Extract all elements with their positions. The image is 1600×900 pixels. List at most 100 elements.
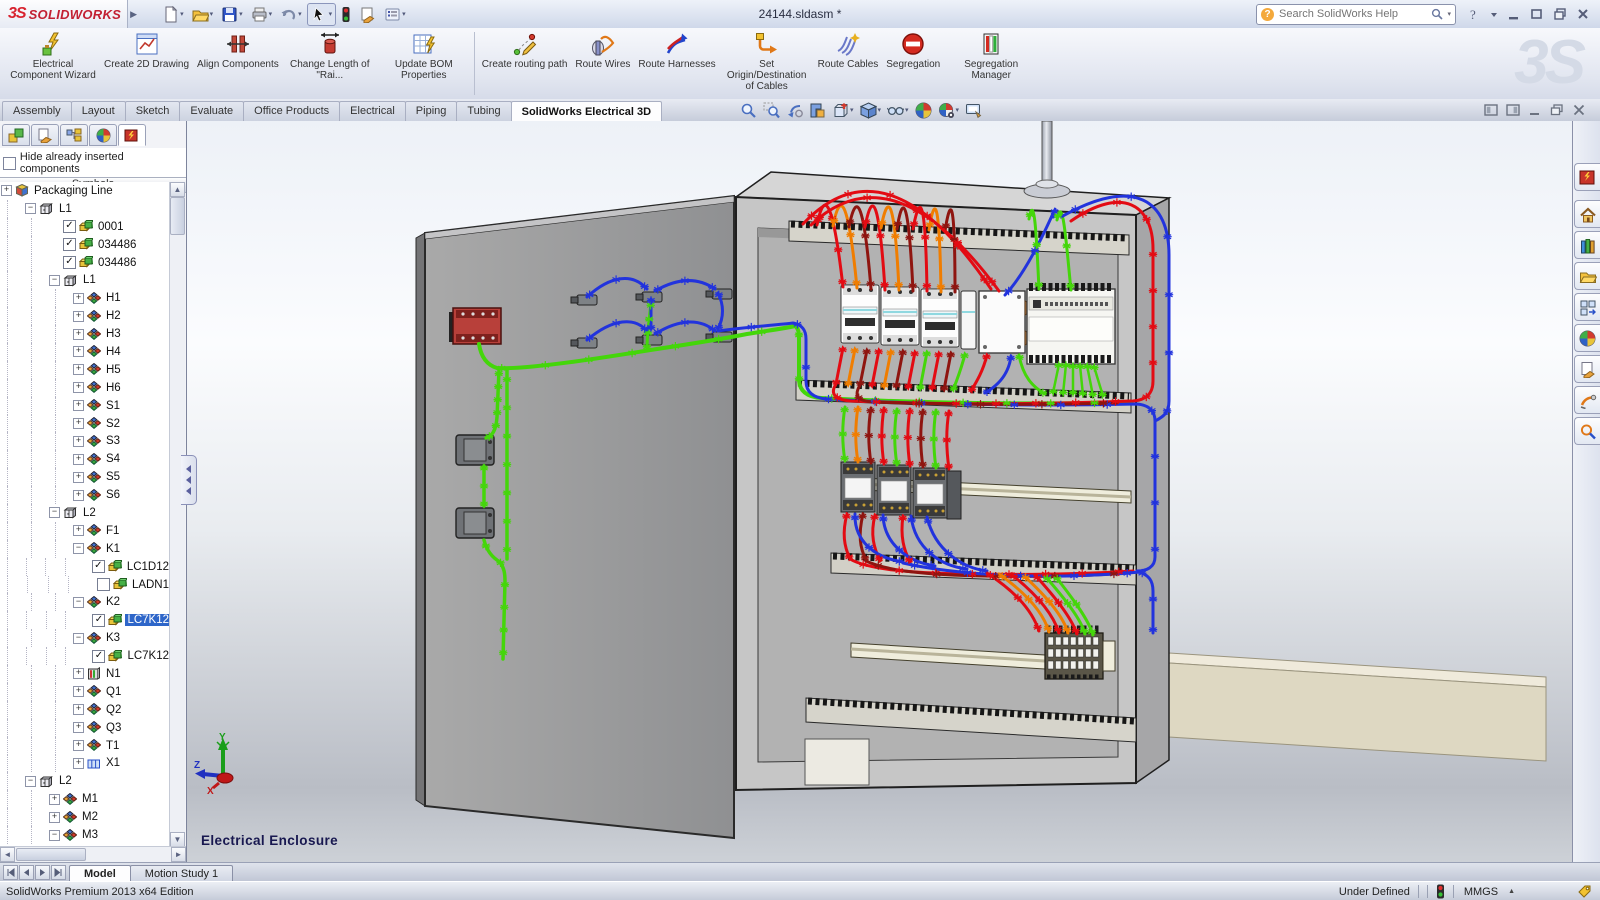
expand-icon[interactable]: + <box>73 490 84 501</box>
electrical-manager-icon[interactable] <box>1574 163 1600 191</box>
scroll-thumb-h[interactable] <box>16 848 86 861</box>
collapse-icon[interactable]: − <box>73 597 84 608</box>
expand-icon[interactable]: + <box>73 758 84 769</box>
tab-piping[interactable]: Piping <box>405 101 458 121</box>
route-cables-button[interactable]: Route Cables <box>814 28 883 99</box>
visibility-checkbox[interactable]: ✓ <box>92 650 105 663</box>
dropdown-arrow-icon[interactable]: ▾ <box>956 106 960 114</box>
visibility-checkbox[interactable]: ✓ <box>92 560 105 573</box>
collapse-icon[interactable]: − <box>49 507 60 518</box>
edit-appearance-icon[interactable] <box>965 102 982 119</box>
visibility-checkbox[interactable]: ✓ <box>92 614 105 627</box>
tab-motion-study-1[interactable]: Motion Study 1 <box>130 865 233 882</box>
tab-model[interactable]: Model <box>69 865 131 882</box>
view-palette-icon[interactable] <box>1574 293 1600 321</box>
dropdown-arrow-icon[interactable]: ▾ <box>269 10 273 18</box>
route-harnesses-button[interactable]: Route Harnesses <box>634 28 719 99</box>
split-left-icon[interactable] <box>1484 104 1498 116</box>
scroll-right-icon[interactable]: ► <box>171 847 186 862</box>
hide-inserted-checkbox[interactable] <box>3 157 16 170</box>
property-manager-tab-icon[interactable] <box>31 124 59 146</box>
tree-item-h6[interactable]: +H6 <box>0 379 171 397</box>
create-2d-drawing-button[interactable]: Create 2D Drawing <box>100 28 193 99</box>
tab-office-products[interactable]: Office Products <box>243 101 340 121</box>
dropdown-arrow-icon[interactable]: ▾ <box>402 10 406 18</box>
design-library-icon[interactable] <box>1574 231 1600 259</box>
view-settings-icon[interactable]: ▾ <box>938 102 960 119</box>
dropdown-arrow-icon[interactable]: ▾ <box>298 10 302 18</box>
collapse-icon[interactable]: − <box>73 633 84 644</box>
new-document-icon[interactable]: ▾ <box>159 4 187 25</box>
tree-item-h3[interactable]: +H3 <box>0 325 171 343</box>
expand-icon[interactable]: + <box>73 418 84 429</box>
previous-view-icon[interactable] <box>786 102 803 119</box>
scroll-left-icon[interactable]: ◄ <box>0 847 15 862</box>
scroll-thumb[interactable] <box>170 197 185 235</box>
dropdown-arrow-icon[interactable]: ▾ <box>878 106 882 114</box>
expand-icon[interactable]: + <box>73 382 84 393</box>
tree-item-h5[interactable]: +H5 <box>0 361 171 379</box>
options-icon[interactable]: ▾ <box>381 4 409 25</box>
graphics-viewport[interactable]: Electrical Enclosure Y Z X <box>187 121 1572 862</box>
search-results-icon[interactable] <box>1574 417 1600 445</box>
scroll-up-icon[interactable]: ▲ <box>170 182 185 197</box>
tree-item-0001[interactable]: ✓0001 <box>0 218 171 236</box>
3d-scene[interactable] <box>187 121 1572 862</box>
tab-layout[interactable]: Layout <box>71 101 126 121</box>
tree-item-lc7k12[interactable]: ✓LC7K12 <box>0 647 171 665</box>
custom-properties-icon[interactable] <box>1574 355 1600 383</box>
expand-icon[interactable]: + <box>73 525 84 536</box>
tree-item-k2[interactable]: −K2 <box>0 593 171 611</box>
tree-item-s6[interactable]: +S6 <box>0 486 171 504</box>
expand-icon[interactable]: + <box>73 454 84 465</box>
help-icon[interactable]: ? <box>1468 7 1481 22</box>
circuit-breakers[interactable] <box>841 285 976 349</box>
tree-item-l2[interactable]: −L2 <box>0 504 171 522</box>
previous-tab-icon[interactable] <box>19 865 34 880</box>
expand-icon[interactable]: + <box>73 329 84 340</box>
section-view-icon[interactable] <box>809 102 826 119</box>
collapse-icon[interactable]: − <box>49 275 60 286</box>
help-search-input[interactable] <box>1277 7 1428 21</box>
tree-item-m3[interactable]: −M3 <box>0 826 171 844</box>
expand-icon[interactable]: + <box>49 794 60 805</box>
tree-item-l2[interactable]: −L2 <box>0 772 171 790</box>
tree-item-034486[interactable]: ✓034486 <box>0 254 171 272</box>
dropdown-arrow-icon[interactable]: ▾ <box>329 10 333 18</box>
set-origin-destination-button[interactable]: Set Origin/Destination of Cables <box>720 28 814 99</box>
tree-item-s5[interactable]: +S5 <box>0 468 171 486</box>
door-red-terminal[interactable] <box>449 308 501 344</box>
tag-icon[interactable] <box>1577 884 1592 899</box>
visibility-checkbox[interactable]: ✓ <box>63 256 76 269</box>
visibility-checkbox[interactable]: ✓ <box>63 238 76 251</box>
dropdown-arrow-icon[interactable]: ▾ <box>239 10 243 18</box>
tree-item-t1[interactable]: +T1 <box>0 737 171 755</box>
display-style-icon[interactable]: ▾ <box>860 102 882 119</box>
expand-icon[interactable]: + <box>73 364 84 375</box>
expand-icon[interactable]: + <box>73 668 84 679</box>
tree-item-lc7k12[interactable]: ✓LC7K12 <box>0 611 171 629</box>
dropdown-arrow-icon[interactable]: ▾ <box>850 106 854 114</box>
last-tab-icon[interactable] <box>51 865 66 880</box>
create-routing-path-button[interactable]: Create routing path <box>478 28 572 99</box>
features-manager-tab-icon[interactable] <box>2 124 30 146</box>
next-tab-icon[interactable] <box>35 865 50 880</box>
menu-chevron-icon[interactable]: ▶ <box>128 9 143 20</box>
tree-item-packaging-line[interactable]: +Packaging Line <box>0 182 171 200</box>
tree-item-l1[interactable]: −L1 <box>0 200 171 218</box>
maximize-app-icon[interactable] <box>1553 7 1567 21</box>
restore-app-icon[interactable] <box>1530 7 1544 21</box>
tree-item-q3[interactable]: +Q3 <box>0 719 171 737</box>
tree-item-lc1d12[interactable]: ✓LC1D12 <box>0 558 171 576</box>
appearances-icon[interactable] <box>1574 324 1600 352</box>
expand-icon[interactable]: + <box>1 185 12 196</box>
expand-icon[interactable]: + <box>73 400 84 411</box>
save-icon[interactable]: ▾ <box>218 4 246 25</box>
tree-item-x1[interactable]: +X1 <box>0 755 171 773</box>
visibility-checkbox[interactable]: ✓ <box>63 220 76 233</box>
zoom-area-icon[interactable] <box>763 102 780 119</box>
dropdown-arrow-icon[interactable]: ▾ <box>180 10 184 18</box>
expand-icon[interactable]: + <box>73 472 84 483</box>
tree-item-s1[interactable]: +S1 <box>0 397 171 415</box>
tree-item-s2[interactable]: +S2 <box>0 415 171 433</box>
